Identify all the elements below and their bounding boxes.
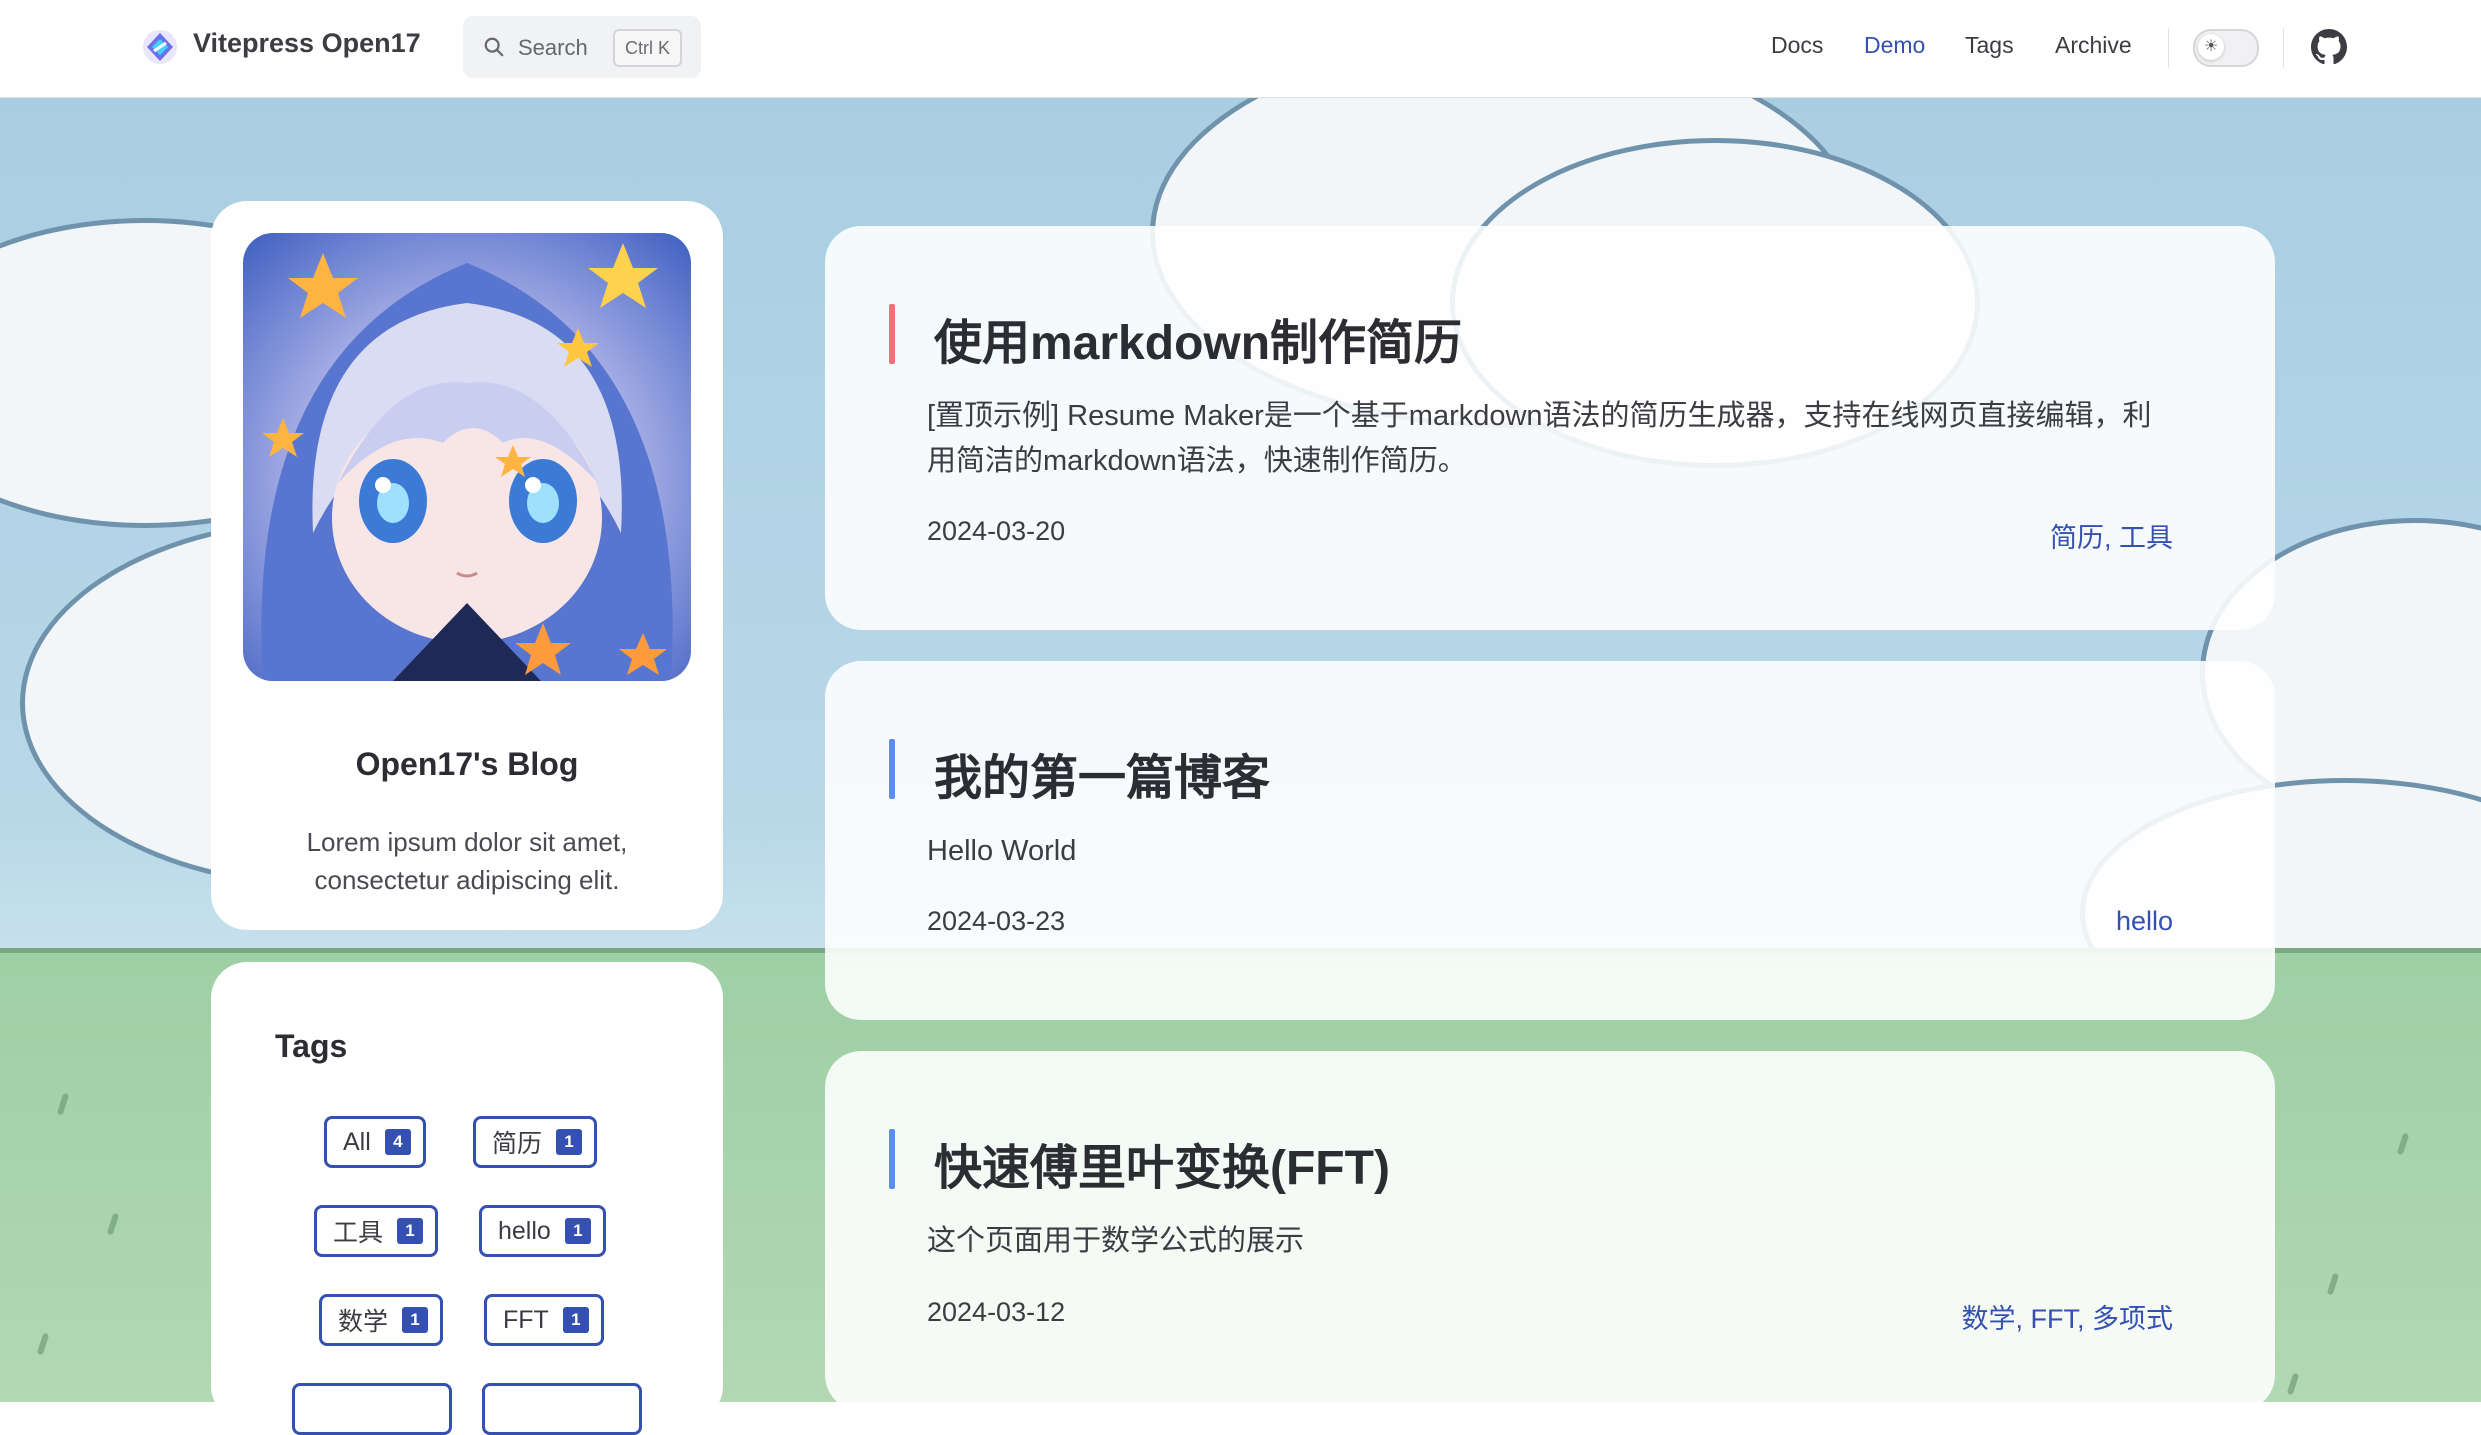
tag-label: 数学: [338, 1308, 389, 1336]
tag-count: 1: [397, 1218, 424, 1244]
tag-label: 工具: [333, 1219, 384, 1247]
github-icon[interactable]: [2311, 29, 2347, 65]
post-accent-bar: [889, 739, 895, 799]
nav-divider: [2283, 28, 2284, 68]
tag-label: 简历: [492, 1130, 543, 1158]
post-title[interactable]: 使用markdown制作简历: [934, 303, 1462, 373]
blog-name: Open17's Blog: [355, 746, 579, 782]
post-date: 2024-03-23: [927, 906, 1066, 936]
site-title[interactable]: Vitepress Open17: [193, 28, 421, 59]
post-tags[interactable]: 简历, 工具: [2050, 516, 2173, 555]
tag-label: All: [343, 1127, 371, 1156]
post-excerpt: [置顶示例] Resume Maker是一个基于markdown语法的简历生成器…: [927, 400, 2152, 477]
search-label: Search: [518, 35, 588, 60]
tag-count: 4: [384, 1129, 411, 1155]
vitepress-logo-icon[interactable]: [140, 27, 180, 67]
post-card[interactable]: 使用markdown制作简历 [置顶示例] Resume Maker是一个基于m…: [825, 226, 2275, 630]
avatar: [243, 233, 691, 681]
profile-card: Open17's Blog Lorem ipsum dolor sit amet…: [211, 201, 723, 930]
post-accent-bar: [889, 1129, 895, 1189]
post-date: 2024-03-20: [927, 516, 1066, 546]
theme-toggle[interactable]: ☀: [2193, 29, 2259, 67]
search-icon: [484, 37, 504, 57]
nav-link-docs[interactable]: Docs: [1771, 32, 1823, 59]
tags-card: Tags All 4 简历 1 工具 1 hello 1 数学 1 FFT 1: [211, 962, 723, 1435]
post-title[interactable]: 快速傅里叶变换(FFT): [934, 1128, 1390, 1198]
sun-icon: ☀: [2198, 34, 2224, 60]
tag-hello[interactable]: hello 1: [479, 1205, 606, 1257]
post-card[interactable]: 快速傅里叶变换(FFT) 这个页面用于数学公式的展示 2024-03-12 数学…: [825, 1051, 2275, 1411]
nav-divider: [2168, 28, 2169, 68]
search-button[interactable]: Search Ctrl K: [463, 16, 701, 78]
tag-tools[interactable]: 工具 1: [314, 1205, 439, 1257]
tag-partial[interactable]: [482, 1383, 642, 1435]
tag-partial[interactable]: [292, 1383, 452, 1435]
tag-label: FFT: [503, 1305, 549, 1334]
tag-count: 1: [402, 1307, 429, 1333]
post-excerpt: 这个页面用于数学公式的展示: [927, 1225, 1305, 1257]
tags-title: Tags: [275, 1028, 348, 1064]
post-card[interactable]: 我的第一篇博客 Hello World 2024-03-23 hello: [825, 661, 2275, 1020]
tag-label: hello: [498, 1216, 551, 1245]
tag-count: 1: [564, 1218, 591, 1244]
nav-link-tags[interactable]: Tags: [1965, 32, 2014, 59]
post-accent-bar: [889, 304, 895, 364]
blog-description: Lorem ipsum dolor sit amet, consectetur …: [306, 827, 628, 895]
post-date: 2024-03-12: [927, 1297, 1066, 1327]
nav-link-archive[interactable]: Archive: [2055, 32, 2132, 59]
top-navbar: Vitepress Open17 Search Ctrl K Docs Demo…: [0, 0, 2481, 98]
post-excerpt: Hello World: [927, 835, 1077, 867]
tag-fft[interactable]: FFT 1: [484, 1294, 604, 1346]
tag-count: 1: [562, 1307, 589, 1333]
post-tags[interactable]: 数学, FFT, 多项式: [1962, 1297, 2174, 1336]
tag-math[interactable]: 数学 1: [319, 1294, 444, 1346]
tag-count: 1: [556, 1129, 583, 1155]
search-shortcut: Ctrl K: [613, 29, 682, 67]
nav-link-demo[interactable]: Demo: [1864, 32, 1925, 59]
post-title[interactable]: 我的第一篇博客: [934, 738, 1270, 808]
post-tags[interactable]: hello: [2116, 906, 2173, 937]
tag-all[interactable]: All 4: [324, 1116, 426, 1168]
tag-resume[interactable]: 简历 1: [473, 1116, 598, 1168]
